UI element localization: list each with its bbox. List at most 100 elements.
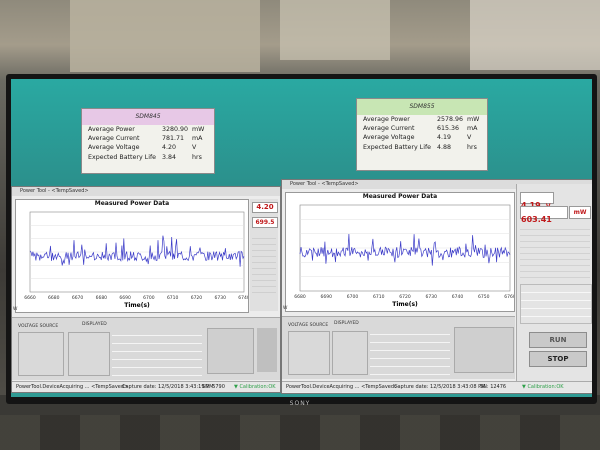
right-control-panel: VOLTAGE SOURCE DISPLAYED — [282, 316, 515, 379]
right-voltage-box: 4.19 V — [520, 192, 554, 210]
right-power-tool-window: Power Tool - <TempSaved> Measured Power … — [281, 179, 592, 394]
x-tick-label: 6690 — [119, 295, 131, 301]
summary-unit: hrs — [192, 153, 202, 161]
right-summary-panel: SDM855 Average Power 2578.96 mW Average Cur… — [356, 98, 488, 171]
summary-value: 615.36 — [437, 125, 460, 133]
left-plot-title: Measured Power Data — [94, 200, 170, 207]
right-power-unit: mW — [569, 206, 591, 219]
left-control-panel: VOLTAGE SOURCE DISPLAYED — [12, 317, 280, 380]
right-calibration-status: ▼ Calibration:OK — [522, 384, 564, 390]
summary-row: Average Power 3280.90 mW — [82, 125, 214, 134]
summary-unit: mA — [192, 135, 203, 143]
right-plot-ylabel: W — [283, 306, 288, 311]
right-current-box: 603.41 mA — [520, 206, 568, 243]
summary-value: 3280.90 — [162, 126, 189, 133]
summary-value: 4.19 — [437, 134, 452, 142]
left-side-readout: 4.20 699.5 — [250, 199, 278, 311]
right-voltage-source-group — [288, 331, 330, 375]
left-stats-list — [252, 233, 276, 293]
left-calibration-text: Calibration:OK — [239, 384, 276, 390]
left-voltage-source-group — [18, 332, 64, 376]
left-power-readout: 699.5 — [252, 217, 278, 228]
right-summary-rows: Average Power 2578.96 mW Average Current 615… — [357, 115, 487, 152]
summary-label: Average Power — [363, 116, 410, 123]
right-plot-title: Measured Power Data — [362, 193, 438, 200]
x-tick-label: 6760 — [504, 294, 514, 300]
left-plot-ylabel: W — [13, 307, 18, 312]
left-displayed-measurement-group — [68, 332, 110, 376]
right-side-panel: 4.19 V 603.41 mA mW RUN STOP — [516, 184, 592, 390]
summary-row: Average Voltage 4.20 V — [82, 143, 214, 152]
summary-value: 3.84 — [162, 153, 177, 161]
x-tick-label: 6660 — [24, 295, 36, 301]
x-tick-label: 6700 — [143, 295, 155, 301]
x-axis-label: Time(s) — [392, 301, 418, 308]
right-displayed-measurement-group — [332, 331, 368, 375]
right-stats-list — [520, 224, 590, 280]
left-window-title: Power Tool - <TempSaved> — [12, 187, 280, 196]
background-floor-pattern — [0, 415, 600, 450]
left-capture-date: Capture date: 12/5/2018 3:43:19 PM — [122, 384, 214, 390]
left-trigger-panel — [207, 328, 254, 374]
x-tick-label: 6730 — [214, 295, 226, 301]
tv-screen: SDM845 Average Power 3280.90 mW Average Cur… — [11, 79, 592, 397]
right-channel-settings[interactable] — [370, 327, 450, 375]
right-calibration-text: Calibration:OK — [527, 384, 564, 390]
left-summary-panel: SDM845 Average Power 3280.90 mW Average Cur… — [81, 108, 215, 174]
summary-unit: hrs — [467, 143, 477, 151]
right-capture-date: Capture date: 12/5/2018 3:43:08 PM — [394, 384, 486, 390]
summary-row: Expected Battery Life 4.88 hrs — [357, 143, 487, 152]
left-power-chart: 6660 6680 6670 6680 6690 6700 6710 6720 6730 6740… — [24, 211, 248, 309]
summary-value: 781.71 — [162, 135, 185, 143]
x-tick-label: 6720 — [399, 294, 411, 300]
left-voltage-source-label: VOLTAGE SOURCE — [18, 324, 59, 329]
right-serial-number: SN: 12476 — [480, 384, 507, 390]
summary-label: Average Voltage — [88, 144, 140, 152]
left-voltage-readout: 4.20 — [252, 202, 278, 213]
summary-label: Average Power — [88, 126, 135, 133]
right-trigger-panel — [454, 327, 514, 373]
x-tick-label: 6710 — [167, 295, 179, 301]
x-tick-label: 6730 — [426, 294, 438, 300]
summary-label: Average Voltage — [363, 134, 415, 142]
x-tick-label: 6670 — [72, 295, 84, 301]
summary-row: Expected Battery Life 3.84 hrs — [82, 153, 214, 162]
right-summary-title: SDM855 — [357, 99, 487, 115]
summary-value: 2578.96 — [437, 116, 464, 123]
summary-row: Average Current 615.36 mA — [357, 124, 487, 133]
summary-label: Average Current — [363, 125, 415, 133]
right-current-readout: 603.41 — [521, 215, 552, 224]
right-power-chart: 6680 6690 6700 6710 6720 6730 6740 6750 6760 Time… — [294, 204, 514, 308]
x-axis-label: Time(s) — [124, 302, 150, 309]
left-channel-settings[interactable] — [112, 328, 202, 376]
x-tick-label: 6740 — [238, 295, 248, 301]
left-plot-area: Measured Power Data 6660 6680 6670 6680 6690… — [15, 199, 249, 313]
summary-row: Average Power 2578.96 mW — [357, 115, 487, 124]
left-serial-number: SN: 5790 — [202, 384, 225, 390]
background-equipment — [280, 0, 390, 60]
right-cursor-table[interactable] — [520, 284, 592, 324]
x-tick-label: 6680 — [96, 295, 108, 301]
summary-unit: mW — [467, 116, 480, 123]
left-status-text: PowerTool.DeviceAcquiring ... <TempSaved… — [16, 384, 129, 390]
x-tick-label: 6700 — [347, 294, 359, 300]
left-power-tool-window: Power Tool - <TempSaved> Measured Power … — [11, 186, 281, 393]
left-displayed-label: DISPLAYED — [82, 322, 107, 327]
stop-button[interactable]: STOP — [529, 351, 587, 367]
left-summary-title: SDM845 — [82, 109, 214, 125]
right-status-text: PowerTool.DeviceAcquiring ... <TempSaved… — [286, 384, 399, 390]
left-run-stop-buttons[interactable] — [257, 328, 277, 372]
run-button[interactable]: RUN — [529, 332, 587, 348]
summary-value: 4.20 — [162, 144, 177, 152]
summary-unit: mA — [467, 125, 478, 133]
summary-label: Average Current — [88, 135, 140, 143]
left-calibration-status: ▼ Calibration:OK — [234, 384, 276, 390]
x-tick-label: 6720 — [191, 295, 203, 301]
background-equipment — [70, 0, 260, 72]
left-summary-rows: Average Power 3280.90 mW Average Current 781… — [82, 125, 214, 162]
right-plot-area: Measured Power Data 6680 6690 6700 6710 6720… — [285, 192, 515, 312]
right-voltage-source-label: VOLTAGE SOURCE — [288, 323, 329, 328]
x-tick-label: 6750 — [478, 294, 490, 300]
x-tick-label: 6690 — [321, 294, 333, 300]
summary-row: Average Current 781.71 mA — [82, 134, 214, 143]
